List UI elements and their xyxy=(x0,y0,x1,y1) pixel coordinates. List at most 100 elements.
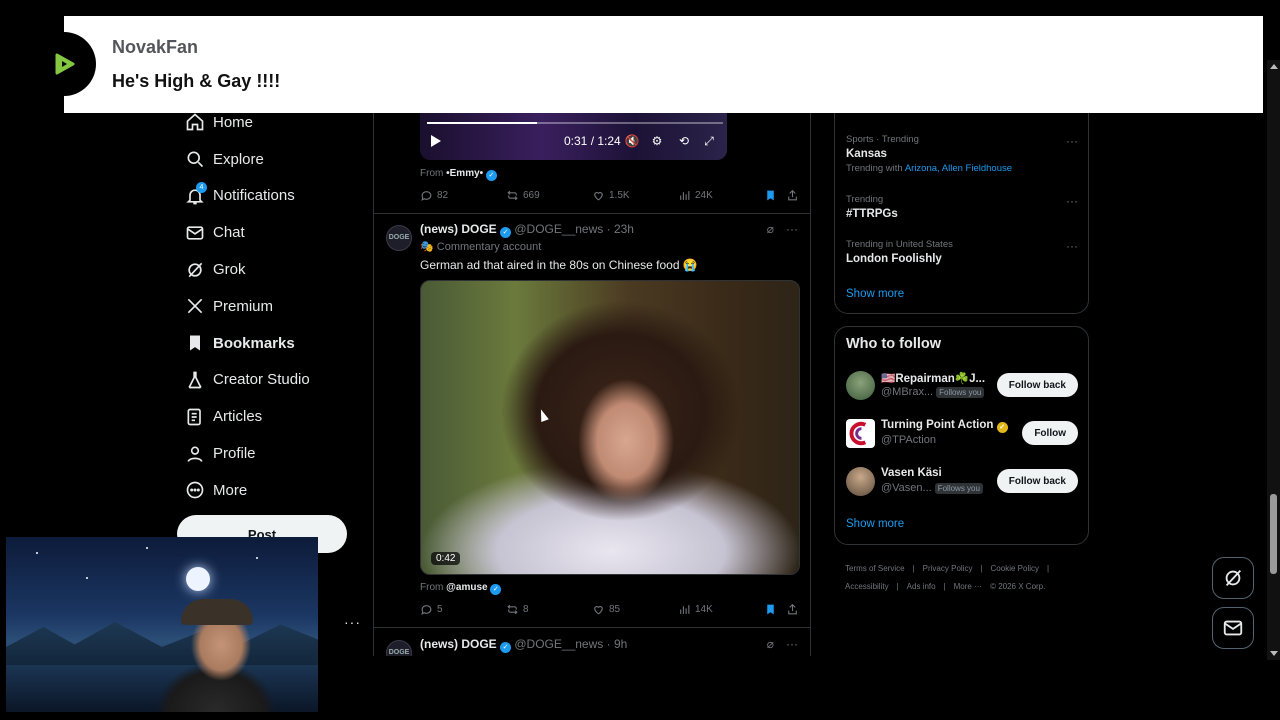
suggestion-handle-line: @Vasen... Follows you xyxy=(881,482,983,494)
video-duration: 0:42 xyxy=(431,552,461,565)
follow-back-button[interactable]: Follow back xyxy=(996,373,1078,397)
tweet-header: (news) DOGE ✓ @DOGE__news · 9h xyxy=(420,637,627,653)
bookmark-button[interactable] xyxy=(764,603,777,616)
tweet-divider xyxy=(374,213,810,214)
nav-chat[interactable]: Chat xyxy=(177,214,357,251)
repost-count: 8 xyxy=(523,604,529,615)
suggestion-name-line[interactable]: Turning Point Action ✓ xyxy=(881,419,1008,433)
trend-item[interactable]: Trending in United States London Foolish… xyxy=(846,239,1078,265)
nav-explore[interactable]: Explore xyxy=(177,141,357,178)
follow-back-button[interactable]: Follow back xyxy=(996,469,1078,493)
grok-icon[interactable]: ⌀ xyxy=(767,222,774,236)
ads-info-link[interactable]: Ads info xyxy=(907,582,936,591)
views-count: 14K xyxy=(695,604,713,615)
scroll-down-arrow-icon[interactable] xyxy=(1270,651,1278,656)
scrollbar-thumb[interactable] xyxy=(1270,494,1277,574)
nav-articles[interactable]: Articles xyxy=(177,398,357,435)
follow-button[interactable]: Follow xyxy=(1022,421,1078,445)
bookmark-icon xyxy=(177,333,213,353)
accessibility-link[interactable]: Accessibility xyxy=(845,582,889,591)
streamer-cap xyxy=(181,599,253,625)
settings-icon[interactable]: ⚙ xyxy=(649,133,665,149)
source-name[interactable]: @amuse xyxy=(446,582,487,593)
more-options-icon[interactable]: ··· xyxy=(786,637,798,651)
nav-grok[interactable]: Grok xyxy=(177,251,357,288)
repost-button[interactable]: 8 xyxy=(506,603,529,616)
primary-nav: Home Explore 4 Notifications Chat Grok P… xyxy=(177,104,357,509)
terms-link[interactable]: Terms of Service xyxy=(845,564,905,573)
author-handle[interactable]: @DOGE__news xyxy=(514,222,603,236)
more-options-icon[interactable]: ··· xyxy=(1066,239,1078,253)
views-icon xyxy=(680,605,690,614)
reply-button[interactable]: 82 xyxy=(420,189,448,202)
like-button[interactable]: 1.5K xyxy=(592,189,630,202)
nav-more[interactable]: More xyxy=(177,472,357,509)
nav-creator-studio[interactable]: Creator Studio xyxy=(177,362,357,399)
scroll-up-arrow-icon[interactable] xyxy=(1270,64,1278,69)
privacy-link[interactable]: Privacy Policy xyxy=(923,564,973,573)
avatar[interactable]: DOGE xyxy=(386,225,412,251)
repost-button[interactable]: 669 xyxy=(506,189,540,202)
nav-bookmarks[interactable]: Bookmarks xyxy=(177,325,357,362)
trend-related-links[interactable]: Arizona, Allen Fieldhouse xyxy=(905,163,1012,174)
nav-notifications[interactable]: 4 Notifications xyxy=(177,178,357,215)
grok-icon[interactable]: ⌀ xyxy=(767,637,774,651)
mail-icon xyxy=(1223,620,1243,636)
reply-count: 82 xyxy=(437,190,449,201)
nav-grok-label: Grok xyxy=(213,261,246,279)
cookie-link[interactable]: Cookie Policy xyxy=(991,564,1039,573)
share-button[interactable] xyxy=(786,189,799,202)
views-button[interactable]: 14K xyxy=(678,603,713,616)
nav-profile[interactable]: Profile xyxy=(177,435,357,472)
trends-show-more[interactable]: Show more xyxy=(846,288,904,300)
source-name[interactable]: •Emmy• xyxy=(446,168,483,179)
messages-fab[interactable] xyxy=(1212,607,1254,649)
trend-item[interactable]: Trending #TTRPGs ··· xyxy=(846,194,1078,220)
fullscreen-icon[interactable]: ⤢ xyxy=(701,133,717,149)
more-options-icon[interactable]: ··· xyxy=(786,222,798,236)
avatar[interactable] xyxy=(846,371,875,400)
avatar[interactable] xyxy=(846,467,875,496)
like-button[interactable]: 85 xyxy=(592,603,620,616)
suggestion-name[interactable]: 🇺🇸Repairman☘️J... xyxy=(881,371,985,385)
views-button[interactable]: 24K xyxy=(678,189,713,202)
footer-more-link[interactable]: More ··· xyxy=(954,582,982,591)
author-handle[interactable]: @DOGE__news xyxy=(514,637,603,651)
author-name[interactable]: (news) DOGE xyxy=(420,637,497,651)
more-options-icon[interactable]: ··· xyxy=(1066,134,1078,148)
trend-meta: Trending xyxy=(846,194,884,205)
source-prefix: From xyxy=(420,168,444,179)
tweet-time[interactable]: · 9h xyxy=(607,637,628,651)
tweet-time[interactable]: · 23h xyxy=(607,222,634,236)
trend-item[interactable]: Sports · Trending Kansas Trending with A… xyxy=(846,134,1078,174)
tweet-actions: 5 8 85 14K xyxy=(420,603,802,619)
mouse-cursor-icon xyxy=(537,407,549,423)
avatar[interactable]: DOGE xyxy=(386,640,412,656)
share-button[interactable] xyxy=(786,603,799,616)
more-options-icon[interactable]: ··· xyxy=(1066,194,1078,208)
grok-fab[interactable] xyxy=(1212,557,1254,599)
nav-premium[interactable]: Premium xyxy=(177,288,357,325)
author-name[interactable]: (news) DOGE xyxy=(420,222,497,236)
tweet-video[interactable]: 0:42 xyxy=(420,280,800,575)
bookmark-button[interactable] xyxy=(764,189,777,202)
video-progress-bar[interactable] xyxy=(427,122,723,124)
follow-show-more[interactable]: Show more xyxy=(846,518,904,530)
avatar[interactable] xyxy=(846,419,875,448)
follow-suggestion[interactable]: 🇺🇸Repairman☘️J... @MBrax... Follows you F… xyxy=(846,371,1078,403)
timeline: 0:31 / 1:24 🔇 ⚙ ⟲ ⤢ From •Emmy• ✓ 82 669… xyxy=(373,104,811,656)
follow-suggestion[interactable]: Vasen Käsi @Vasen... Follows you Follow b… xyxy=(846,467,1078,499)
page-scrollbar[interactable] xyxy=(1267,60,1280,660)
repost-icon xyxy=(507,604,518,615)
play-icon[interactable] xyxy=(431,135,441,147)
rotate-icon[interactable]: ⟲ xyxy=(676,133,692,149)
bookmark-filled-icon xyxy=(767,604,774,615)
chat-message-overlay: NovakFan He's High & Gay !!!! xyxy=(64,16,1263,113)
mute-icon[interactable]: 🔇 xyxy=(624,133,640,149)
star xyxy=(146,547,148,549)
reply-button[interactable]: 5 xyxy=(420,603,443,616)
account-more-icon[interactable]: ··· xyxy=(344,614,361,630)
follow-suggestion[interactable]: Turning Point Action ✓ @TPAction Follow xyxy=(846,419,1078,451)
video-source: From @amuse ✓ xyxy=(420,582,502,595)
suggestion-name[interactable]: Vasen Käsi xyxy=(881,467,942,479)
